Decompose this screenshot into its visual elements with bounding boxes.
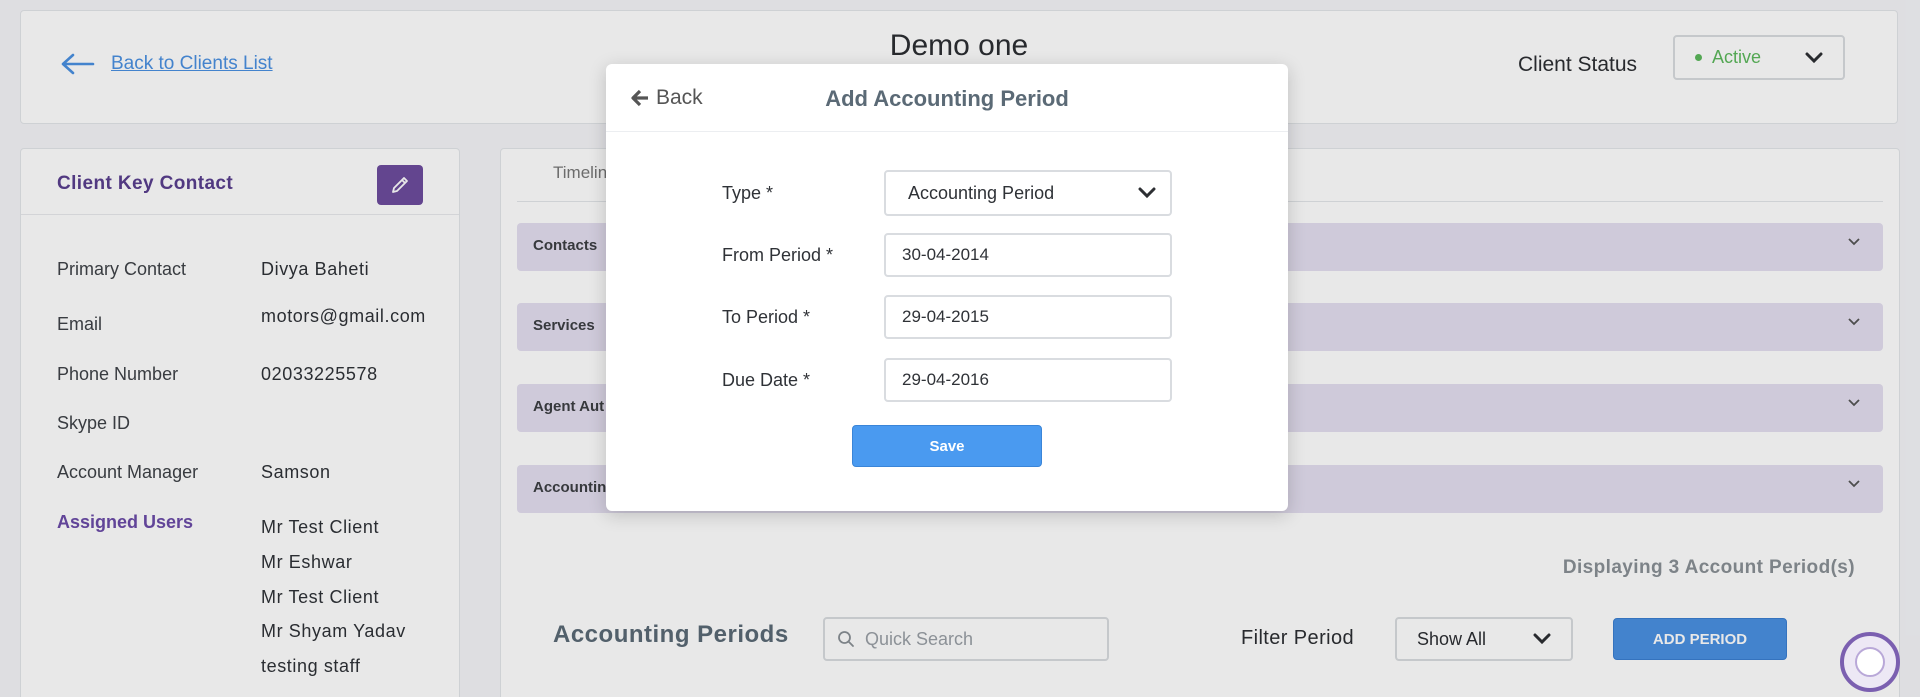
due-date-input[interactable] — [884, 358, 1172, 402]
due-date-row: Due Date * — [722, 358, 1172, 402]
due-date-label: Due Date * — [722, 369, 811, 390]
save-button[interactable]: Save — [852, 425, 1042, 467]
to-period-label: To Period * — [722, 306, 811, 327]
chevron-down-icon — [1138, 187, 1156, 199]
type-select-value: Accounting Period — [908, 182, 1055, 203]
from-period-input[interactable] — [884, 233, 1172, 277]
chat-widget-button[interactable] — [1840, 632, 1900, 692]
type-label: Type * — [722, 182, 774, 203]
modal-title: Add Accounting Period — [825, 86, 1069, 111]
modal-back-label: Back — [656, 86, 703, 109]
modal-back-button[interactable]: Back — [630, 86, 703, 110]
type-select[interactable]: Accounting Period — [884, 170, 1172, 216]
to-period-input[interactable] — [884, 295, 1172, 339]
from-period-label: From Period * — [722, 244, 834, 265]
type-row: Type * Accounting Period — [722, 170, 1172, 216]
modal-header: Add Accounting Period Back — [606, 64, 1288, 132]
from-period-row: From Period * — [722, 233, 1172, 277]
add-accounting-period-modal: Add Accounting Period Back Type * Accoun… — [606, 64, 1288, 511]
arrow-left-icon — [631, 89, 648, 107]
chat-bubble-icon — [1855, 647, 1885, 677]
to-period-row: To Period * — [722, 295, 1172, 339]
